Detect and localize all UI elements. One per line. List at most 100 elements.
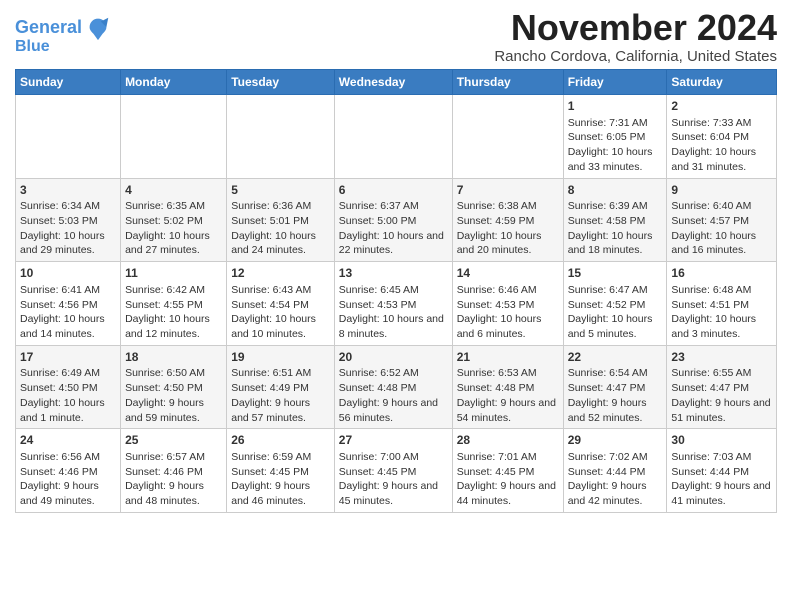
sunrise: Sunrise: 7:31 AM — [568, 117, 648, 129]
sunrise: Sunrise: 6:40 AM — [671, 200, 751, 212]
calendar-week-row: 3Sunrise: 6:34 AMSunset: 5:03 PMDaylight… — [16, 178, 777, 262]
calendar-cell: 17Sunrise: 6:49 AMSunset: 4:50 PMDayligh… — [16, 345, 121, 429]
day-number: 27 — [339, 432, 448, 449]
calendar-cell — [334, 95, 452, 179]
sunrise: Sunrise: 6:42 AM — [125, 284, 205, 296]
calendar-cell: 5Sunrise: 6:36 AMSunset: 5:01 PMDaylight… — [227, 178, 335, 262]
daylight: Daylight: 9 hours and 45 minutes. — [339, 480, 438, 507]
calendar-cell — [16, 95, 121, 179]
daylight: Daylight: 9 hours and 51 minutes. — [671, 397, 770, 424]
daylight: Daylight: 9 hours and 56 minutes. — [339, 397, 438, 424]
sunrise: Sunrise: 6:38 AM — [457, 200, 537, 212]
daylight: Daylight: 10 hours and 1 minute. — [20, 397, 105, 424]
day-number: 10 — [20, 265, 116, 282]
calendar-cell: 26Sunrise: 6:59 AMSunset: 4:45 PMDayligh… — [227, 429, 335, 513]
day-number: 20 — [339, 349, 448, 366]
calendar-cell: 3Sunrise: 6:34 AMSunset: 5:03 PMDaylight… — [16, 178, 121, 262]
sunrise: Sunrise: 6:50 AM — [125, 367, 205, 379]
sunrise: Sunrise: 6:41 AM — [20, 284, 100, 296]
calendar-week-row: 1 Sunrise: 7:31 AM Sunset: 6:05 PM Daylight… — [16, 95, 777, 179]
sunrise: Sunrise: 6:51 AM — [231, 367, 311, 379]
calendar-table: Sunday Monday Tuesday Wednesday Thursday… — [15, 69, 777, 513]
day-number: 1 — [568, 98, 663, 115]
daylight: Daylight: 10 hours and 10 minutes. — [231, 313, 316, 340]
sunrise: Sunrise: 6:35 AM — [125, 200, 205, 212]
sunset: Sunset: 4:54 PM — [231, 299, 309, 311]
logo-text: General — [15, 18, 82, 38]
day-number: 4 — [125, 182, 222, 199]
daylight: Daylight: 10 hours and 16 minutes. — [671, 230, 756, 257]
sunrise: Sunrise: 6:55 AM — [671, 367, 751, 379]
sunrise: Sunrise: 7:00 AM — [339, 451, 419, 463]
sunset: Sunset: 4:50 PM — [20, 382, 98, 394]
daylight: Daylight: 10 hours and 6 minutes. — [457, 313, 542, 340]
daylight: Daylight: 9 hours and 52 minutes. — [568, 397, 647, 424]
calendar-cell: 27Sunrise: 7:00 AMSunset: 4:45 PMDayligh… — [334, 429, 452, 513]
daylight: Daylight: 10 hours and 3 minutes. — [671, 313, 756, 340]
sunrise: Sunrise: 6:57 AM — [125, 451, 205, 463]
sunset: Sunset: 6:04 PM — [671, 131, 749, 143]
col-wednesday: Wednesday — [334, 70, 452, 95]
daylight: Daylight: 10 hours and 24 minutes. — [231, 230, 316, 257]
sunset: Sunset: 4:57 PM — [671, 215, 749, 227]
day-number: 14 — [457, 265, 559, 282]
logo-icon — [84, 14, 112, 42]
calendar-cell: 11Sunrise: 6:42 AMSunset: 4:55 PMDayligh… — [121, 262, 227, 346]
day-number: 3 — [20, 182, 116, 199]
day-number: 17 — [20, 349, 116, 366]
sunset: Sunset: 4:46 PM — [20, 466, 98, 478]
daylight: Daylight: 9 hours and 48 minutes. — [125, 480, 204, 507]
day-number: 25 — [125, 432, 222, 449]
sunset: Sunset: 4:45 PM — [231, 466, 309, 478]
sunset: Sunset: 6:05 PM — [568, 131, 646, 143]
daylight: Daylight: 10 hours and 12 minutes. — [125, 313, 210, 340]
calendar-cell: 23Sunrise: 6:55 AMSunset: 4:47 PMDayligh… — [667, 345, 777, 429]
sunrise: Sunrise: 6:52 AM — [339, 367, 419, 379]
day-number: 16 — [671, 265, 772, 282]
calendar-container: General Blue November 2024 Rancho Cordov… — [0, 0, 792, 518]
location-subtitle: Rancho Cordova, California, United State… — [494, 48, 777, 65]
sunset: Sunset: 4:49 PM — [231, 382, 309, 394]
sunrise: Sunrise: 6:54 AM — [568, 367, 648, 379]
calendar-cell: 9Sunrise: 6:40 AMSunset: 4:57 PMDaylight… — [667, 178, 777, 262]
col-friday: Friday — [563, 70, 667, 95]
sunrise: Sunrise: 6:45 AM — [339, 284, 419, 296]
sunrise: Sunrise: 6:53 AM — [457, 367, 537, 379]
calendar-cell: 19Sunrise: 6:51 AMSunset: 4:49 PMDayligh… — [227, 345, 335, 429]
sunset: Sunset: 4:59 PM — [457, 215, 535, 227]
calendar-cell: 30Sunrise: 7:03 AMSunset: 4:44 PMDayligh… — [667, 429, 777, 513]
calendar-header-row: Sunday Monday Tuesday Wednesday Thursday… — [16, 70, 777, 95]
calendar-cell: 12Sunrise: 6:43 AMSunset: 4:54 PMDayligh… — [227, 262, 335, 346]
day-number: 12 — [231, 265, 330, 282]
sunset: Sunset: 4:53 PM — [457, 299, 535, 311]
day-number: 2 — [671, 98, 772, 115]
calendar-cell: 28Sunrise: 7:01 AMSunset: 4:45 PMDayligh… — [452, 429, 563, 513]
calendar-cell: 13Sunrise: 6:45 AMSunset: 4:53 PMDayligh… — [334, 262, 452, 346]
sunset: Sunset: 4:44 PM — [671, 466, 749, 478]
calendar-cell — [227, 95, 335, 179]
sunrise: Sunrise: 6:37 AM — [339, 200, 419, 212]
day-number: 15 — [568, 265, 663, 282]
day-number: 18 — [125, 349, 222, 366]
sunrise: Sunrise: 7:03 AM — [671, 451, 751, 463]
sunrise: Sunrise: 6:46 AM — [457, 284, 537, 296]
daylight: Daylight: 9 hours and 49 minutes. — [20, 480, 99, 507]
day-number: 24 — [20, 432, 116, 449]
calendar-cell: 1 Sunrise: 7:31 AM Sunset: 6:05 PM Daylight… — [563, 95, 667, 179]
daylight: Daylight: 10 hours and 22 minutes. — [339, 230, 444, 257]
calendar-cell: 2Sunrise: 7:33 AMSunset: 6:04 PMDaylight… — [667, 95, 777, 179]
daylight: Daylight: 10 hours and 18 minutes. — [568, 230, 653, 257]
sunset: Sunset: 4:55 PM — [125, 299, 203, 311]
sunset: Sunset: 4:46 PM — [125, 466, 203, 478]
sunrise: Sunrise: 6:59 AM — [231, 451, 311, 463]
month-title: November 2024 — [494, 10, 777, 46]
daylight: Daylight: 10 hours and 33 minutes. — [568, 146, 653, 173]
daylight: Daylight: 10 hours and 20 minutes. — [457, 230, 542, 257]
daylight: Daylight: 9 hours and 54 minutes. — [457, 397, 556, 424]
day-number: 7 — [457, 182, 559, 199]
calendar-cell — [452, 95, 563, 179]
daylight: Daylight: 10 hours and 31 minutes. — [671, 146, 756, 173]
day-number: 21 — [457, 349, 559, 366]
sunset: Sunset: 4:50 PM — [125, 382, 203, 394]
calendar-cell: 10Sunrise: 6:41 AMSunset: 4:56 PMDayligh… — [16, 262, 121, 346]
